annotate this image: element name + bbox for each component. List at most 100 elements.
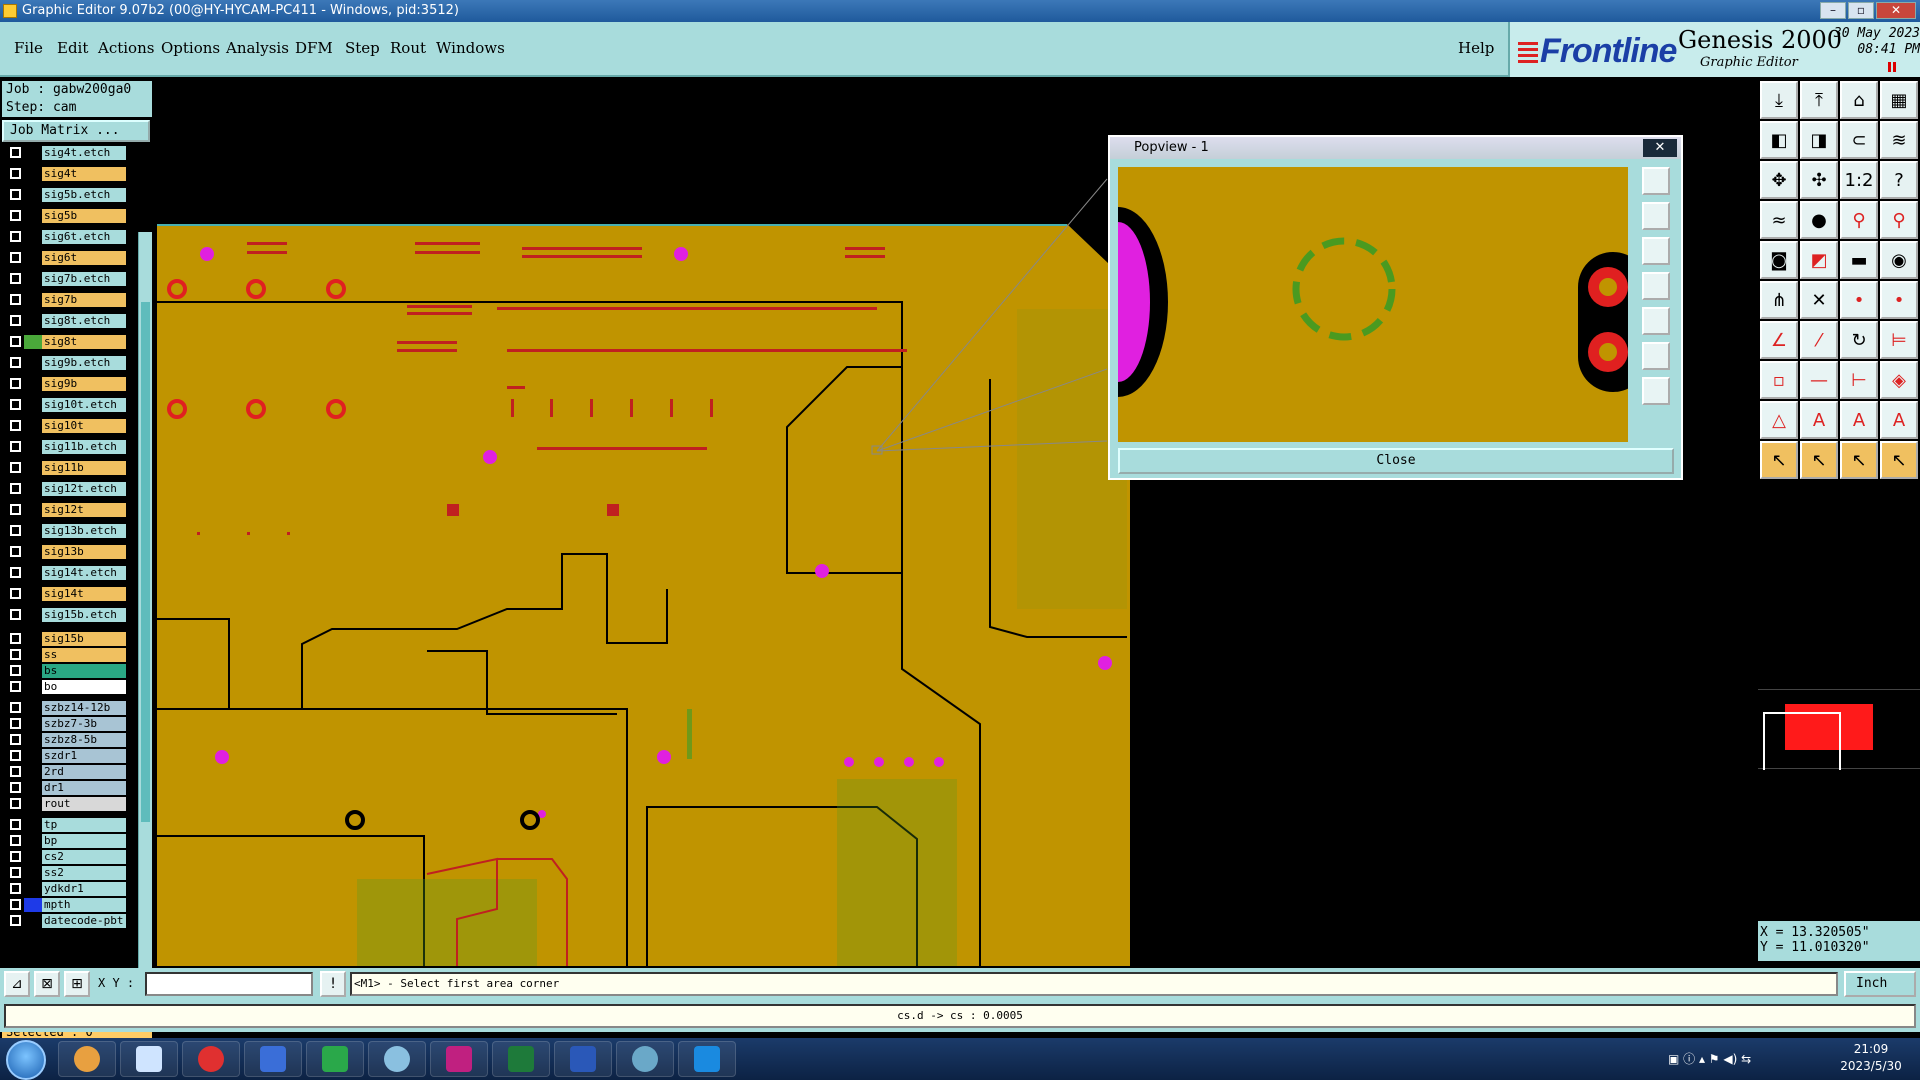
fit-icon[interactable]: ✥ [1760, 161, 1798, 199]
layer-name[interactable]: sig8t [42, 335, 126, 349]
center-icon[interactable]: ✣ [1800, 161, 1838, 199]
camera-icon[interactable]: ◙ [1760, 241, 1798, 279]
layer-row[interactable]: ss2 [2, 866, 138, 880]
layer-name[interactable]: sig6t [42, 251, 126, 265]
layer-color-swatch[interactable] [24, 167, 42, 181]
taskbar-app-red[interactable] [182, 1041, 240, 1077]
layer-name[interactable]: sig15b.etch [42, 608, 126, 622]
layer-name[interactable]: sig10t [42, 419, 126, 433]
layer-color-swatch[interactable] [24, 866, 42, 880]
taskbar-app-word[interactable] [554, 1041, 612, 1077]
layer-name[interactable]: sig8t.etch [42, 314, 126, 328]
layer-checkbox[interactable] [10, 851, 21, 862]
help-icon[interactable]: ? [1880, 161, 1918, 199]
layer-color-swatch[interactable] [24, 251, 42, 265]
layer-color-swatch[interactable] [24, 664, 42, 678]
popview-zoom-in-icon[interactable] [1642, 167, 1670, 195]
slash-icon[interactable]: ⁄ [1800, 321, 1838, 359]
layer-color-swatch[interactable] [24, 608, 42, 622]
layer-row[interactable]: sig5b [2, 209, 138, 223]
layer-name[interactable]: szdr1 [42, 749, 126, 763]
layer-checkbox[interactable] [10, 567, 21, 578]
toggle-icon[interactable]: ⊂ [1840, 121, 1878, 159]
cross-icon[interactable]: ✕ [1800, 281, 1838, 319]
layer-checkbox[interactable] [10, 168, 21, 179]
layer-name[interactable]: cs2 [42, 850, 126, 864]
layer-name[interactable]: sig10t.etch [42, 398, 126, 412]
layer-row[interactable]: ss [2, 648, 138, 662]
layer-color-swatch[interactable] [24, 419, 42, 433]
layer-checkbox[interactable] [10, 336, 21, 347]
popview-pan-right-icon[interactable] [1642, 307, 1670, 335]
layer-checkbox[interactable] [10, 252, 21, 263]
zoom-in-icon[interactable]: ⤓ [1760, 81, 1798, 119]
layer-checkbox[interactable] [10, 147, 21, 158]
arc-icon[interactable]: ↻ [1840, 321, 1878, 359]
taskbar-app-green[interactable] [306, 1041, 364, 1077]
layer-row[interactable]: datecode-pbt [2, 914, 138, 928]
layer-color-swatch[interactable] [24, 587, 42, 601]
coord-mode-icon[interactable]: ⊞ [64, 971, 90, 997]
taskbar-app-arrow[interactable] [678, 1041, 736, 1077]
layer-checkbox[interactable] [10, 588, 21, 599]
layer-checkbox[interactable] [10, 504, 21, 515]
layer-color-swatch[interactable] [24, 834, 42, 848]
layer-color-swatch[interactable] [24, 850, 42, 864]
layer-row[interactable]: bp [2, 834, 138, 848]
layer-checkbox[interactable] [10, 867, 21, 878]
layer-row[interactable]: sig13b [2, 545, 138, 559]
minimize-button[interactable]: – [1820, 2, 1846, 19]
layer-row[interactable]: 2rd [2, 765, 138, 779]
layer-color-swatch[interactable] [24, 398, 42, 412]
layer-name[interactable]: sig12t [42, 503, 126, 517]
layer-name[interactable]: sig4t.etch [42, 146, 126, 160]
taskbar-app-excel[interactable] [492, 1041, 550, 1077]
layer-name[interactable]: dr1 [42, 781, 126, 795]
layer-color-swatch[interactable] [24, 632, 42, 646]
scrollbar-thumb[interactable] [141, 302, 150, 822]
layer-row[interactable]: mpth [2, 898, 138, 912]
window-split-icon[interactable]: ▦ [1880, 81, 1918, 119]
start-button[interactable] [6, 1040, 46, 1080]
taskbar-app-shell[interactable] [58, 1041, 116, 1077]
layer-color-swatch[interactable] [24, 188, 42, 202]
xy-input[interactable] [145, 972, 313, 996]
layer-name[interactable]: sig4t [42, 167, 126, 181]
select-box-icon[interactable]: ↖ [1800, 441, 1838, 479]
menu-rout[interactable]: Rout [390, 39, 426, 57]
triangle-icon[interactable]: △ [1760, 401, 1798, 439]
layer-row[interactable]: sig4t.etch [2, 146, 138, 160]
layer-name[interactable]: sig6t.etch [42, 230, 126, 244]
layer-checkbox[interactable] [10, 649, 21, 660]
menu-options[interactable]: Options [161, 39, 220, 57]
zoom-out-icon[interactable]: ⤒ [1800, 81, 1838, 119]
grid-mode-icon[interactable]: ⊠ [34, 971, 60, 997]
node-icon[interactable]: • [1840, 281, 1878, 319]
layer-checkbox[interactable] [10, 609, 21, 620]
layer-name[interactable]: sig12t.etch [42, 482, 126, 496]
layer-color-swatch[interactable] [24, 209, 42, 223]
layer-checkbox[interactable] [10, 718, 21, 729]
layer-name[interactable]: ss2 [42, 866, 126, 880]
layer-checkbox[interactable] [10, 702, 21, 713]
pan-left-icon[interactable]: ◧ [1760, 121, 1798, 159]
snap-mode-icon[interactable]: ⊿ [4, 971, 30, 997]
shape-icon[interactable]: ◈ [1880, 361, 1918, 399]
layer-checkbox[interactable] [10, 420, 21, 431]
popview-close-button[interactable]: Close [1118, 448, 1674, 474]
layer-row[interactable]: ydkdr1 [2, 882, 138, 896]
layer-color-swatch[interactable] [24, 701, 42, 715]
popview-close-x-button[interactable]: ✕ [1643, 139, 1677, 157]
layer-color-swatch[interactable] [24, 733, 42, 747]
layer-row[interactable]: sig15b.etch [2, 608, 138, 622]
layer-row[interactable]: sig14t [2, 587, 138, 601]
taskbar-clock[interactable]: 21:09 2023/5/30 [1826, 1041, 1916, 1075]
scale-icon[interactable]: 1:2 [1840, 161, 1878, 199]
layer-name[interactable]: sig14t [42, 587, 126, 601]
layer-name[interactable]: sig15b [42, 632, 126, 646]
layer-name[interactable]: sig13b.etch [42, 524, 126, 538]
layer-name[interactable]: sig9b [42, 377, 126, 391]
layer-row[interactable]: sig10t [2, 419, 138, 433]
layer-row[interactable]: cs2 [2, 850, 138, 864]
layer-checkbox[interactable] [10, 357, 21, 368]
